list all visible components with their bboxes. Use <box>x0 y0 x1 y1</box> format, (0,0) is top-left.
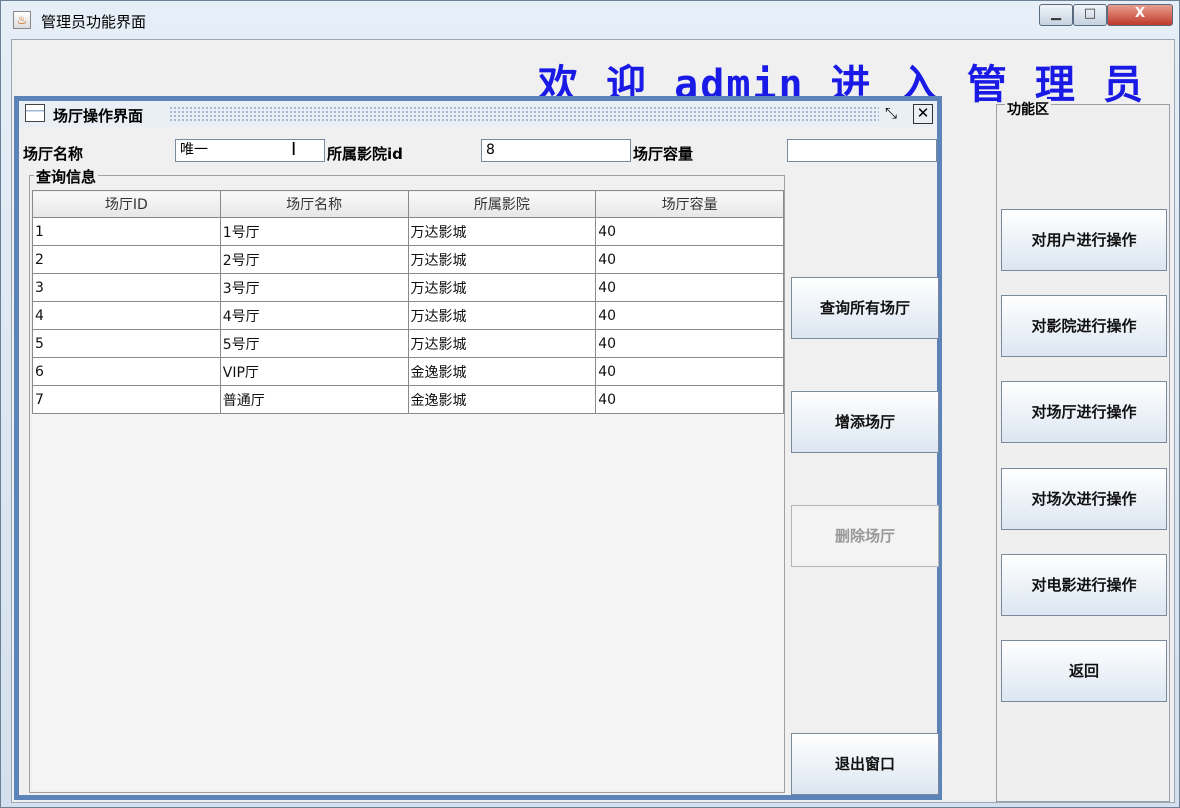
table-row[interactable]: 2 2号厅 万达影城 40 <box>32 245 784 274</box>
add-hall-button[interactable]: 增添场厅 <box>791 391 939 453</box>
minimize-button[interactable]: ▁ <box>1039 4 1073 26</box>
back-button[interactable]: 返回 <box>1001 640 1167 702</box>
table-row[interactable]: 3 3号厅 万达影城 40 <box>32 273 784 302</box>
frame-window-icon <box>25 104 45 122</box>
cell[interactable]: 普通厅 <box>219 385 409 414</box>
internal-frame-title-bar[interactable]: 场厅操作界面 ⤡ ✕ <box>19 101 937 127</box>
query-info-title: 查询信息 <box>34 166 99 187</box>
table-row[interactable]: 4 4号厅 万达影城 40 <box>32 301 784 330</box>
cell[interactable]: 金逸影城 <box>407 357 597 386</box>
cell[interactable]: 万达影城 <box>407 245 597 274</box>
cell[interactable]: 40 <box>595 273 784 302</box>
function-area-panel: 功能区 对用户进行操作 对影院进行操作 对场厅进行操作 对场次进行操作 对电影进… <box>996 99 1170 802</box>
cell[interactable]: 3 <box>32 273 221 302</box>
hall-name-field[interactable]: 唯一 <box>175 139 325 162</box>
cell[interactable]: 1 <box>32 217 221 246</box>
maximize-button[interactable]: □ <box>1073 4 1107 26</box>
client-area: 欢 迎 admin 进 入 管 理 员 功能区 对用户进行操作 对影院进行操作 … <box>11 39 1175 803</box>
internal-frame-title: 场厅操作界面 <box>53 107 144 125</box>
table-row[interactable]: 1 1号厅 万达影城 40 <box>32 217 784 246</box>
cell[interactable]: 金逸影城 <box>407 385 597 414</box>
cell[interactable]: 3号厅 <box>219 273 409 302</box>
hall-operation-frame: 场厅操作界面 ⤡ ✕ 场厅名称 唯一 I 所属影院id 8 场厅容量 查询信息 … <box>14 96 942 800</box>
title-bar: ♨ 管理员功能界面 ▁ □ X <box>1 1 1179 39</box>
movie-ops-button[interactable]: 对电影进行操作 <box>1001 554 1167 616</box>
restore-icon[interactable]: ⤡ <box>881 104 901 124</box>
cell[interactable]: 4号厅 <box>219 301 409 330</box>
frame-close-icon[interactable]: ✕ <box>913 104 933 124</box>
cinema-ops-button[interactable]: 对影院进行操作 <box>1001 295 1167 357</box>
window-title: 管理员功能界面 <box>41 13 147 31</box>
cell[interactable]: 40 <box>595 329 784 358</box>
close-button[interactable]: X <box>1107 4 1173 26</box>
java-app-icon: ♨ <box>13 11 31 29</box>
cinema-id-field[interactable]: 8 <box>481 139 631 162</box>
delete-hall-button: 删除场厅 <box>791 505 939 567</box>
table-row[interactable]: 7 普通厅 金逸影城 40 <box>32 385 784 414</box>
function-area-title: 功能区 <box>1005 99 1051 119</box>
column-header-capacity[interactable]: 场厅容量 <box>595 190 784 218</box>
session-ops-button[interactable]: 对场次进行操作 <box>1001 468 1167 530</box>
cell[interactable]: 2 <box>32 245 221 274</box>
hall-ops-button[interactable]: 对场厅进行操作 <box>1001 381 1167 443</box>
cell[interactable]: 40 <box>595 217 784 246</box>
cell[interactable]: 万达影城 <box>407 301 597 330</box>
cell[interactable]: 6 <box>32 357 221 386</box>
user-ops-button[interactable]: 对用户进行操作 <box>1001 209 1167 271</box>
main-window: ♨ 管理员功能界面 ▁ □ X 欢 迎 admin 进 入 管 理 员 功能区 … <box>0 0 1180 808</box>
cell[interactable]: 1号厅 <box>219 217 409 246</box>
text-cursor-icon: I <box>291 139 297 160</box>
column-header-hall-name[interactable]: 场厅名称 <box>219 190 409 218</box>
hall-name-label: 场厅名称 <box>23 145 84 163</box>
cell[interactable]: VIP厅 <box>219 357 409 386</box>
table-row[interactable]: 6 VIP厅 金逸影城 40 <box>32 357 784 386</box>
cell[interactable]: 40 <box>595 357 784 386</box>
cell[interactable]: 7 <box>32 385 221 414</box>
title-bar-texture <box>169 106 879 122</box>
cell[interactable]: 5号厅 <box>219 329 409 358</box>
query-all-halls-button[interactable]: 查询所有场厅 <box>791 277 939 339</box>
column-header-cinema[interactable]: 所属影院 <box>407 190 597 218</box>
capacity-label: 场厅容量 <box>633 145 694 163</box>
cell[interactable]: 2号厅 <box>219 245 409 274</box>
cinema-id-label: 所属影院id <box>327 145 403 163</box>
cell[interactable]: 万达影城 <box>407 329 597 358</box>
cell[interactable]: 40 <box>595 301 784 330</box>
exit-window-button[interactable]: 退出窗口 <box>791 733 939 795</box>
cell[interactable]: 万达影城 <box>407 273 597 302</box>
cell[interactable]: 40 <box>595 245 784 274</box>
query-info-group: 查询信息 场厅ID 场厅名称 所属影院 场厅容量 1 1号厅 万达影城 40 2 2号厅… <box>29 166 785 793</box>
cell[interactable]: 万达影城 <box>407 217 597 246</box>
cell[interactable]: 40 <box>595 385 784 414</box>
column-header-hall-id[interactable]: 场厅ID <box>32 190 221 218</box>
table-row[interactable]: 5 5号厅 万达影城 40 <box>32 329 784 358</box>
capacity-field[interactable] <box>787 139 937 162</box>
hall-table: 场厅ID 场厅名称 所属影院 场厅容量 1 1号厅 万达影城 40 2 2号厅 万达影城 4… <box>32 190 784 414</box>
cell[interactable]: 5 <box>32 329 221 358</box>
cell[interactable]: 4 <box>32 301 221 330</box>
